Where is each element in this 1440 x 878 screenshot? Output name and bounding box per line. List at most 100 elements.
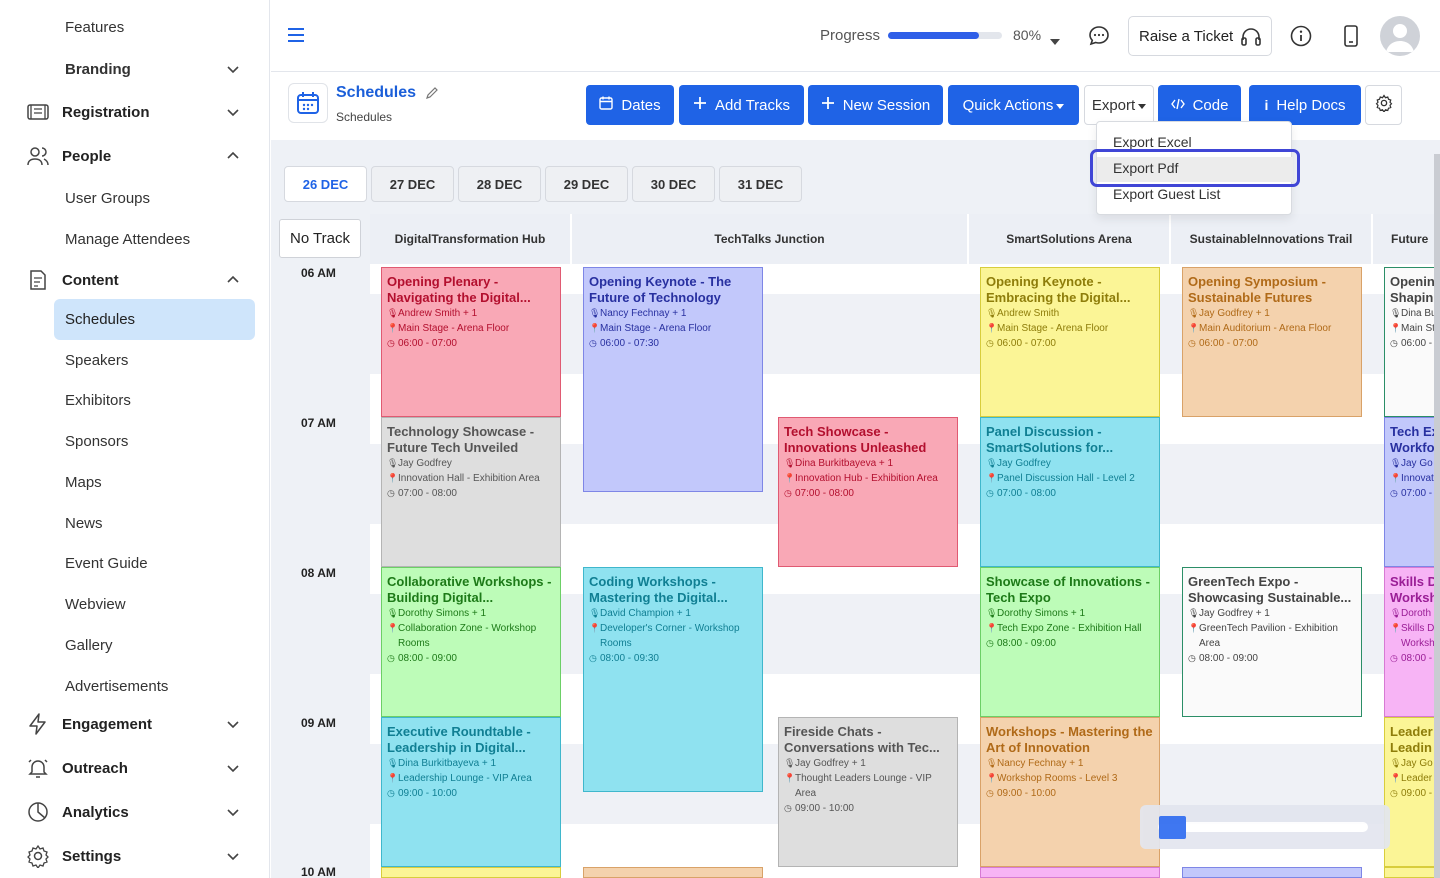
code-icon [1170,97,1185,114]
session-card[interactable]: Opening Plenary - Navigating the Digital… [381,267,561,417]
breadcrumb: Schedules [336,110,393,124]
session-card[interactable]: Technology Showcase - Future Tech Unveil… [381,417,561,567]
mobile-icon[interactable] [1339,24,1363,48]
no-track-button[interactable]: No Track [279,219,361,258]
export-button[interactable]: Export [1084,85,1154,125]
help-docs-button[interactable]: i Help Docs [1249,85,1361,125]
sidebar-item-outreach[interactable]: Outreach [0,748,269,788]
microphone-icon: 🎙 [1188,308,1200,318]
session-card[interactable]: Tech Ex Workfo 🎙 Jay Go 📍 Innovat ◷ 07:00 - [1384,417,1440,567]
new-session-button[interactable]: New Session [808,85,943,125]
session-time: 07:00 - 08:00 [997,488,1056,499]
microphone-icon: 🎙 [1390,758,1402,768]
sidebar-item-event-guide[interactable]: Event Guide [0,543,269,583]
chevron-up-icon [226,273,240,287]
sidebar-item-engagement[interactable]: Engagement [0,704,269,744]
sidebar-item-webview[interactable]: Webview [0,584,269,624]
date-tab-30[interactable]: 30 DEC [632,166,715,202]
sidebar-item-label: User Groups [65,189,151,207]
sidebar-item-exhibitors[interactable]: Exhibitors [0,380,269,420]
sidebar-item-speakers[interactable]: Speakers [0,340,269,380]
session-card[interactable]: Tech Showcase - Innovations Unleashed 🎙 D… [778,417,958,567]
session-title: Opening Keynote - The Future of Technolo… [589,274,732,305]
session-card[interactable]: GreenTech Expo - Showcasing Sustainable.… [1182,567,1362,717]
sidebar-item-people[interactable]: People [0,136,269,176]
session-card[interactable]: Showcase of Innovations - Tech Expo 🎙 Dor… [980,567,1160,717]
session-time: 09:00 - 10:00 [795,803,854,814]
date-tab-28[interactable]: 28 DEC [458,166,541,202]
session-card[interactable]: Opening Symposium - Sustainable Futures … [1182,267,1362,417]
time-label: 10 AM [301,865,336,878]
session-card[interactable]: Panel Discussion - SmartSolutions for...… [980,417,1160,567]
session-location: Innovat [1401,473,1434,484]
track-header: TechTalks Junction [572,214,969,264]
menu-item-export-guest-list[interactable]: Export Guest List [1113,186,1220,202]
dates-button[interactable]: Dates [586,85,674,125]
hamburger-menu-icon[interactable] [287,27,305,43]
sidebar-item-settings[interactable]: Settings [0,836,269,876]
session-speaker: Dina Burkitbayeva + 1 [398,758,497,769]
clock-icon: ◷ [1188,653,1196,663]
session-card[interactable]: Skills D Worksh 🎙 Doroth 📍 Skills D Worksh… [1384,567,1440,717]
session-card[interactable] [1384,867,1440,878]
date-tab-27[interactable]: 27 DEC [371,166,454,202]
sidebar-item-news[interactable]: News [0,503,269,543]
session-title: Coding Workshops - Mastering the Digital… [589,574,728,605]
sidebar-item-gallery[interactable]: Gallery [0,625,269,665]
sidebar-item-maps[interactable]: Maps [0,462,269,502]
sidebar-item-advertisements[interactable]: Advertisements [0,666,269,706]
date-tab-26[interactable]: 26 DEC [284,166,367,202]
session-location: Thought Leaders Lounge - VIP Area [795,773,932,799]
session-card[interactable]: Executive Roundtable - Leadership in Dig… [381,717,561,867]
add-tracks-button[interactable]: Add Tracks [679,85,804,125]
session-card[interactable]: Collaborative Workshops - Building Digit… [381,567,561,717]
horizontal-scrollbar[interactable] [1140,805,1390,849]
sidebar-item-content[interactable]: Content [0,260,269,300]
session-card[interactable]: Openin Shapin 🎙 Dina Bu 📍 Main St ◷ 06:00 - [1384,267,1440,417]
settings-button[interactable] [1365,85,1402,125]
session-card[interactable] [980,867,1160,878]
chat-icon[interactable] [1087,24,1111,48]
date-tab-31[interactable]: 31 DEC [719,166,802,202]
sidebar-item-analytics[interactable]: Analytics [0,792,269,832]
scrollbar-thumb[interactable] [1159,816,1186,839]
quick-actions-label: Quick Actions [962,96,1054,114]
sidebar-item-manage-attendees[interactable]: Manage Attendees [0,219,269,259]
session-time: 09:00 - [1401,788,1433,799]
caret-down-icon[interactable] [1050,33,1060,45]
session-card[interactable]: Opening Keynote - Embracing the Digital.… [980,267,1160,417]
sidebar-item-user-groups[interactable]: User Groups [0,178,269,218]
sidebar-item-schedules[interactable]: Schedules [54,299,255,340]
session-location: Panel Discussion Hall - Level 2 [997,473,1135,484]
sidebar-item-branding[interactable]: Branding [0,49,269,89]
menu-item-export-excel[interactable]: Export Excel [1113,134,1192,150]
vertical-scrollbar[interactable] [1434,154,1440,878]
clock-icon: ◷ [1390,653,1398,663]
session-card[interactable]: Workshops - Mastering the Art of Innovat… [980,717,1160,867]
sidebar-item-sponsors[interactable]: Sponsors [0,421,269,461]
quick-actions-button[interactable]: Quick Actions [948,85,1079,125]
session-location: Main Stage - Arena Floor [997,323,1109,334]
session-card[interactable]: Coding Workshops - Mastering the Digital… [583,567,763,792]
session-card[interactable] [1182,867,1362,878]
clock-icon: ◷ [1390,488,1398,498]
sidebar-item-label: Analytics [62,803,129,821]
raise-ticket-button[interactable]: Raise a Ticket [1128,16,1272,56]
session-card[interactable] [583,867,763,878]
session-location: Innovation Hall - Exhibition Area [398,473,540,484]
session-card[interactable]: Fireside Chats - Conversations with Tec.… [778,717,958,867]
avatar[interactable] [1380,16,1420,56]
sidebar-item-features[interactable]: Features [0,7,269,47]
microphone-icon: 🎙 [784,758,796,768]
info-icon[interactable] [1289,24,1313,48]
microphone-icon: 🎙 [1390,608,1402,618]
date-tab-29[interactable]: 29 DEC [545,166,628,202]
session-card[interactable]: Leader Leadin 🎙 Jay Go 📍 Leader ◷ 09:00 - [1384,717,1440,867]
code-button[interactable]: Code [1158,85,1241,125]
session-card[interactable] [381,867,561,878]
sidebar-item-registration[interactable]: Registration [0,92,269,132]
pencil-icon[interactable] [425,86,439,105]
caret-down-icon [1056,97,1065,114]
session-card[interactable]: Opening Keynote - The Future of Technolo… [583,267,763,492]
bell-icon [26,756,50,780]
